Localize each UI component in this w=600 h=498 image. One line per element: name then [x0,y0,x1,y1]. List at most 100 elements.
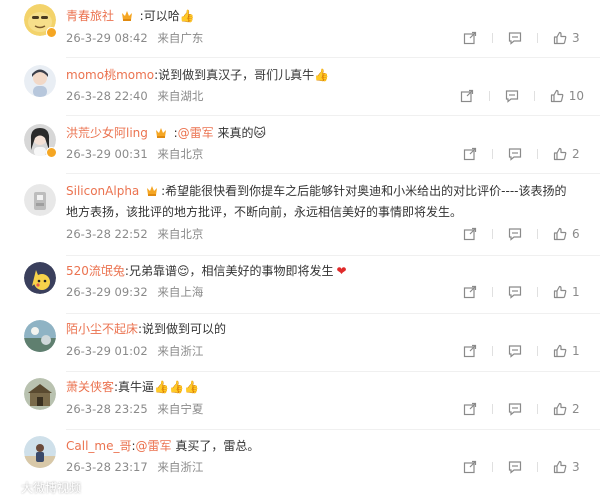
thumbs-up-emoji: 👍👍👍 [154,380,199,394]
action-divider [492,287,493,297]
share-icon [460,89,474,103]
username[interactable]: 青春旅社 [66,9,114,23]
comment-text-tail: ，相信美好的事物即将发生 [189,264,334,278]
comment-meta: 26-3-28 23:17 来自浙江 [66,459,203,475]
share-icon [463,460,477,474]
comment-button[interactable] [508,459,522,475]
mention-link[interactable]: @雷军 [136,439,172,453]
comment-location: 来自广东 [157,31,204,45]
like-button[interactable]: 2 [553,146,584,162]
comment-body: momo桃momo:说到做到真汉子，哥们儿真牛👍 [66,65,586,85]
avatar[interactable] [24,320,56,352]
share-button[interactable] [463,30,477,46]
verified-badge-icon [46,27,57,38]
relieved-emoji: 😌 [176,264,190,278]
comment-actions: 2 [463,401,584,417]
comment-time: 26-3-29 00:31 [66,147,148,161]
comment-location: 来自浙江 [157,344,204,358]
comment-icon [508,31,522,45]
heart-emoji: ❤ [336,264,347,278]
comment-button[interactable] [505,88,519,104]
avatar[interactable] [24,436,56,468]
username[interactable]: 520流氓兔 [66,264,125,278]
like-button[interactable]: 3 [553,30,584,46]
comment-meta: 26-3-28 22:52 来自北京 [66,226,203,242]
comment-location: 来自上海 [157,285,204,299]
username[interactable]: SiliconAlpha [66,184,139,198]
like-count: 2 [572,402,580,416]
comment-item: Call_me_哥:@雷军 真买了，雷总。 26-3-28 23:17 来自浙江… [0,430,600,490]
like-count: 6 [572,227,580,241]
comment-meta: 26-3-29 08:42 来自广东 [66,30,203,46]
comment-button[interactable] [508,401,522,417]
comment-button[interactable] [508,284,522,300]
like-button[interactable]: 2 [553,401,584,417]
comment-location: 来自湖北 [157,89,204,103]
like-button[interactable]: 1 [553,343,584,359]
comment-item: SiliconAlpha :希望能很快看到你提车之后能够针对奥迪和小米给出的对比… [0,174,600,256]
like-button[interactable]: 10 [550,88,584,104]
action-divider [537,462,538,472]
comment-icon [508,344,522,358]
username[interactable]: 萧关侠客 [66,380,114,394]
share-button[interactable] [463,146,477,162]
share-button[interactable] [463,401,477,417]
avatar[interactable] [24,378,56,410]
action-divider [492,149,493,159]
share-icon [463,285,477,299]
action-divider [537,346,538,356]
comment-time: 26-3-29 08:42 [66,31,148,45]
share-icon [463,402,477,416]
action-divider [492,346,493,356]
share-button[interactable] [463,459,477,475]
share-button[interactable] [463,284,477,300]
avatar[interactable] [24,262,56,294]
watermark: 大微博视频 [3,479,81,496]
comment-meta: 26-3-29 01:02 来自浙江 [66,343,203,359]
like-button[interactable]: 3 [553,459,584,475]
action-divider [537,149,538,159]
like-icon [553,402,567,416]
comment-button[interactable] [508,343,522,359]
username[interactable]: 陌小尘不起床 [66,322,138,336]
comment-actions: 2 [463,146,584,162]
comment-body: 萧关侠客:真牛逼👍👍👍 [66,377,586,397]
avatar[interactable] [24,184,56,216]
share-button[interactable] [463,343,477,359]
comment-button[interactable] [508,30,522,46]
action-divider [488,91,490,101]
comment-text: :希望能很快看到你提车之后能够针对奥迪和小米给出的对比评价----该表扬的 [161,184,567,198]
weibo-logo-icon [3,480,18,495]
comment-location: 来自浙江 [157,460,204,474]
comment-text-tail: 真买了，雷总。 [171,439,260,453]
like-button[interactable]: 6 [553,226,584,242]
username[interactable]: Call_me_哥 [66,439,131,453]
username[interactable]: 洪荒少女阿ling [66,126,148,140]
comment-button[interactable] [508,146,522,162]
fan-medal-icon [154,125,168,138]
avatar[interactable] [24,65,56,97]
like-button[interactable]: 1 [553,284,584,300]
action-divider [537,33,538,43]
share-button[interactable] [463,226,477,242]
comment-body: 520流氓兔:兄弟靠谱😌，相信美好的事物即将发生 ❤ [66,261,586,281]
comment-body: Call_me_哥:@雷军 真买了，雷总。 [66,436,586,456]
comment-icon [508,147,522,161]
comment-item: 青春旅社 :可以哈👍 26-3-29 08:42 来自广东 3 [0,0,600,58]
mention-link[interactable]: @雷军 [178,126,214,140]
comment-body: SiliconAlpha :希望能很快看到你提车之后能够针对奥迪和小米给出的对比… [66,181,586,223]
like-icon [553,31,567,45]
comment-icon [508,285,522,299]
share-icon [463,31,477,45]
action-divider [492,404,493,414]
share-button[interactable] [460,88,474,104]
action-divider [492,462,493,472]
comment-text-line2: 地方表扬，该批评的地方批评，不断向前，永远相信美好的事情即将发生。 [66,205,463,219]
comment-text: :说到做到可以的 [138,322,227,336]
comment-button[interactable] [508,226,522,242]
like-count: 3 [572,460,580,474]
username[interactable]: momo桃momo [66,68,154,82]
comment-meta: 26-3-28 22:40 来自湖北 [66,88,203,104]
verified-badge-icon [46,147,57,158]
action-divider [492,229,493,239]
